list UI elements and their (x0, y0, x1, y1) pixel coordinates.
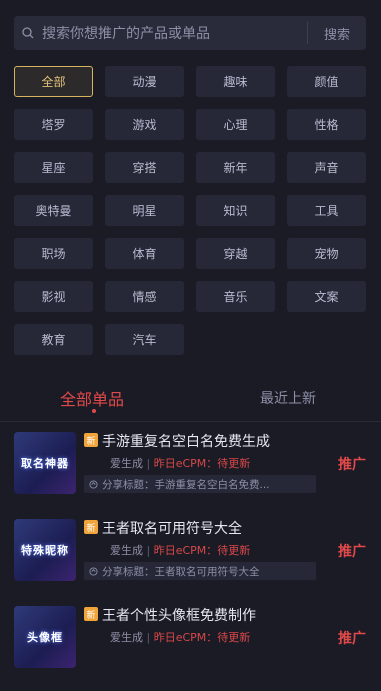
category-cars[interactable]: 汽车 (105, 324, 184, 355)
category-grid: 全部 动漫 趣味 颜值 塔罗 游戏 心理 性格 星座 穿搭 新年 声音 奥特曼 … (14, 66, 366, 355)
new-badge: 新 (84, 433, 98, 447)
category-emotion[interactable]: 情感 (105, 281, 184, 312)
new-badge: 新 (84, 520, 98, 534)
share-icon (84, 566, 102, 576)
share-title: 分享标题：手游重复名空白名免费... (102, 478, 270, 491)
product-title[interactable]: 王者取名可用符号大全 (102, 518, 242, 538)
category-anime[interactable]: 动漫 (105, 66, 184, 97)
product-title[interactable]: 王者个性头像框免费制作 (102, 605, 256, 625)
product-thumbnail[interactable]: 取名神器 (14, 432, 76, 494)
promote-button[interactable]: 推广 (338, 628, 366, 648)
share-icon (84, 479, 102, 489)
search-input[interactable]: 搜索你想推广的产品或单品 (42, 23, 307, 43)
share-title-box: 分享标题：王者取名可用符号大全 (84, 562, 316, 580)
list-item[interactable]: 特殊昵称 新 王者取名可用符号大全 爱生成 | 昨日eCPM：待更新 分享标题：… (0, 517, 381, 604)
product-source: 爱生成 (110, 544, 143, 557)
tab-recent[interactable]: 最近上新 (260, 388, 316, 408)
category-game[interactable]: 游戏 (105, 109, 184, 140)
product-meta: 爱生成 | 昨日eCPM：待更新 (110, 542, 250, 558)
category-tarot[interactable]: 塔罗 (14, 109, 93, 140)
category-looks[interactable]: 颜值 (287, 66, 366, 97)
product-source: 爱生成 (110, 457, 143, 470)
tabs-divider (0, 421, 381, 422)
search-icon (14, 27, 42, 39)
product-ecpm: 昨日eCPM：待更新 (153, 544, 251, 557)
category-music[interactable]: 音乐 (196, 281, 275, 312)
list-item[interactable]: 头像框 新 王者个性头像框免费制作 爱生成 | 昨日eCPM：待更新 推广 (0, 604, 381, 691)
list-item[interactable]: 取名神器 新 手游重复名空白名免费生成 爱生成 | 昨日eCPM：待更新 分享标… (0, 430, 381, 517)
category-workplace[interactable]: 职场 (14, 238, 93, 269)
meta-separator: | (146, 631, 154, 644)
product-ecpm: 昨日eCPM：待更新 (153, 457, 251, 470)
product-list: 取名神器 新 手游重复名空白名免费生成 爱生成 | 昨日eCPM：待更新 分享标… (0, 430, 381, 691)
category-copywriting[interactable]: 文案 (287, 281, 366, 312)
category-new-year[interactable]: 新年 (196, 152, 275, 183)
share-title-box: 分享标题：手游重复名空白名免费... (84, 475, 316, 493)
promote-button[interactable]: 推广 (338, 454, 366, 474)
tab-all-products[interactable]: 全部单品 (60, 386, 124, 410)
category-personality[interactable]: 性格 (287, 109, 366, 140)
promote-button[interactable]: 推广 (338, 541, 366, 561)
search-button[interactable]: 搜索 (308, 24, 366, 43)
product-ecpm: 昨日eCPM：待更新 (153, 631, 251, 644)
active-tab-indicator (92, 409, 96, 413)
product-thumbnail[interactable]: 特殊昵称 (14, 519, 76, 581)
new-badge: 新 (84, 607, 98, 621)
category-voice[interactable]: 声音 (287, 152, 366, 183)
meta-separator: | (146, 544, 154, 557)
category-knowledge[interactable]: 知识 (196, 195, 275, 226)
category-tools[interactable]: 工具 (287, 195, 366, 226)
category-psychology[interactable]: 心理 (196, 109, 275, 140)
category-ultraman[interactable]: 奥特曼 (14, 195, 93, 226)
category-celebrity[interactable]: 明星 (105, 195, 184, 226)
product-tabs: 全部单品 最近上新 (0, 380, 381, 420)
product-source: 爱生成 (110, 631, 143, 644)
category-all[interactable]: 全部 (14, 66, 93, 97)
category-time-travel[interactable]: 穿越 (196, 238, 275, 269)
category-outfit[interactable]: 穿搭 (105, 152, 184, 183)
category-film[interactable]: 影视 (14, 281, 93, 312)
product-meta: 爱生成 | 昨日eCPM：待更新 (110, 455, 250, 471)
meta-separator: | (146, 457, 154, 470)
category-horoscope[interactable]: 星座 (14, 152, 93, 183)
product-thumbnail[interactable]: 头像框 (14, 606, 76, 668)
product-meta: 爱生成 | 昨日eCPM：待更新 (110, 629, 250, 645)
category-fun[interactable]: 趣味 (196, 66, 275, 97)
category-sports[interactable]: 体育 (105, 238, 184, 269)
category-education[interactable]: 教育 (14, 324, 93, 355)
category-pets[interactable]: 宠物 (287, 238, 366, 269)
share-title: 分享标题：王者取名可用符号大全 (102, 565, 260, 578)
search-bar[interactable]: 搜索你想推广的产品或单品 搜索 (14, 16, 366, 50)
product-title[interactable]: 手游重复名空白名免费生成 (102, 431, 270, 451)
